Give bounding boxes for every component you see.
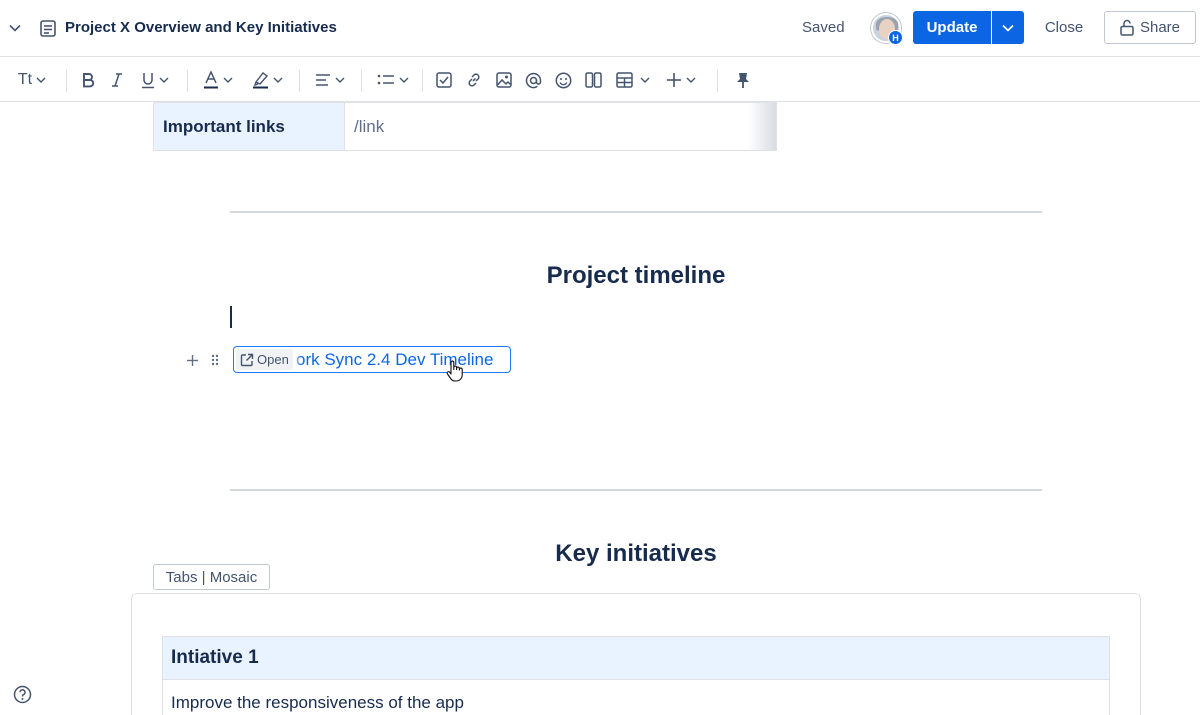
text-color-icon xyxy=(204,71,218,89)
avatar-badge: H xyxy=(888,30,903,45)
important-links-table: Important links /link xyxy=(153,102,777,151)
collapse-chevron-icon[interactable] xyxy=(6,18,24,38)
text-style-dropdown[interactable]: Tt xyxy=(12,68,52,92)
highlighter-icon xyxy=(252,72,268,89)
table-icon xyxy=(616,72,633,88)
chevron-down-icon xyxy=(335,77,345,83)
chevron-down-icon xyxy=(223,77,233,83)
share-label: Share xyxy=(1139,19,1181,36)
toolbar-divider xyxy=(361,70,362,92)
plus-icon xyxy=(667,73,681,87)
unlock-icon xyxy=(1120,19,1134,36)
initiative-table: Intiative 1 Improve the responsiveness o… xyxy=(162,636,1110,715)
formatting-toolbar: Tt xyxy=(0,58,1200,102)
important-links-value: /link xyxy=(354,116,385,136)
toolbar-divider xyxy=(422,70,423,92)
toolbar-divider xyxy=(187,70,188,92)
initiative-title[interactable]: Intiative 1 xyxy=(163,637,1109,680)
save-status: Saved xyxy=(802,19,845,36)
link-icon xyxy=(468,73,480,87)
important-links-header: Important links xyxy=(154,103,345,150)
italic-button[interactable] xyxy=(108,68,126,92)
toolbar-divider xyxy=(66,70,67,92)
page-icon xyxy=(39,18,57,38)
underline-icon xyxy=(142,72,154,88)
layout-button[interactable] xyxy=(583,68,603,92)
divider xyxy=(230,489,1042,491)
highlight-dropdown[interactable] xyxy=(248,68,286,92)
hand-cursor-icon xyxy=(446,360,463,382)
help-icon[interactable] xyxy=(13,685,32,704)
toolbar-divider xyxy=(717,70,718,92)
align-left-icon xyxy=(316,74,330,86)
page-title: Project X Overview and Key Initiatives xyxy=(65,19,337,36)
avatar[interactable]: H xyxy=(871,13,903,45)
open-link-button[interactable]: Open xyxy=(236,349,293,370)
initiatives-heading: Key initiatives xyxy=(555,540,717,567)
bold-icon xyxy=(83,73,95,88)
list-dropdown[interactable] xyxy=(374,68,412,92)
toolbar-divider xyxy=(299,70,300,92)
close-button[interactable]: Close xyxy=(1035,11,1093,44)
text-color-dropdown[interactable] xyxy=(200,68,236,92)
image-button[interactable] xyxy=(494,68,514,92)
chevron-down-icon xyxy=(273,77,282,83)
initiative-description[interactable]: Improve the responsiveness of the app xyxy=(163,680,1109,715)
mention-button[interactable] xyxy=(523,68,543,92)
share-button[interactable]: Share xyxy=(1104,11,1196,44)
checkbox-icon xyxy=(436,72,452,88)
table-scroll-shadow xyxy=(748,103,776,150)
italic-icon xyxy=(112,73,122,87)
pin-icon xyxy=(737,72,749,88)
insert-dropdown[interactable] xyxy=(663,68,699,92)
chevron-down-icon xyxy=(686,77,696,83)
update-button[interactable]: Update xyxy=(913,11,991,44)
alignment-dropdown[interactable] xyxy=(312,68,348,92)
editor-header: Project X Overview and Key Initiatives S… xyxy=(0,0,1200,57)
emoji-icon xyxy=(555,72,571,88)
timeline-inline-card[interactable]: Open ork Sync 2.4 Dev Timeline xyxy=(233,346,511,373)
emoji-button[interactable] xyxy=(553,68,573,92)
bullet-list-icon xyxy=(377,74,394,85)
text-style-label: Tt xyxy=(17,71,33,88)
bold-button[interactable] xyxy=(78,68,98,92)
timeline-heading: Project timeline xyxy=(546,262,726,289)
columns-icon xyxy=(584,72,602,88)
chevron-down-icon xyxy=(159,77,169,83)
table-dropdown[interactable] xyxy=(613,68,653,92)
chevron-down-icon xyxy=(36,77,46,83)
update-options-button[interactable] xyxy=(992,11,1024,44)
view-toggle-button[interactable]: Tabs | Mosaic xyxy=(153,564,270,590)
chevron-down-icon xyxy=(399,77,409,83)
pin-toolbar-button[interactable] xyxy=(733,68,753,92)
external-link-icon xyxy=(240,353,254,366)
important-links-cell[interactable]: /link xyxy=(345,103,776,150)
drag-handle-icon[interactable] xyxy=(208,351,222,369)
image-icon xyxy=(496,72,512,88)
link-button[interactable] xyxy=(464,68,484,92)
task-button[interactable] xyxy=(434,68,454,92)
chevron-down-icon xyxy=(1002,24,1014,32)
add-block-icon[interactable] xyxy=(184,351,200,369)
underline-dropdown[interactable] xyxy=(137,68,173,92)
mention-icon xyxy=(525,72,541,88)
open-link-label: Open xyxy=(257,352,289,367)
chevron-down-icon xyxy=(640,77,650,83)
text-cursor xyxy=(230,306,232,328)
divider xyxy=(230,211,1042,213)
